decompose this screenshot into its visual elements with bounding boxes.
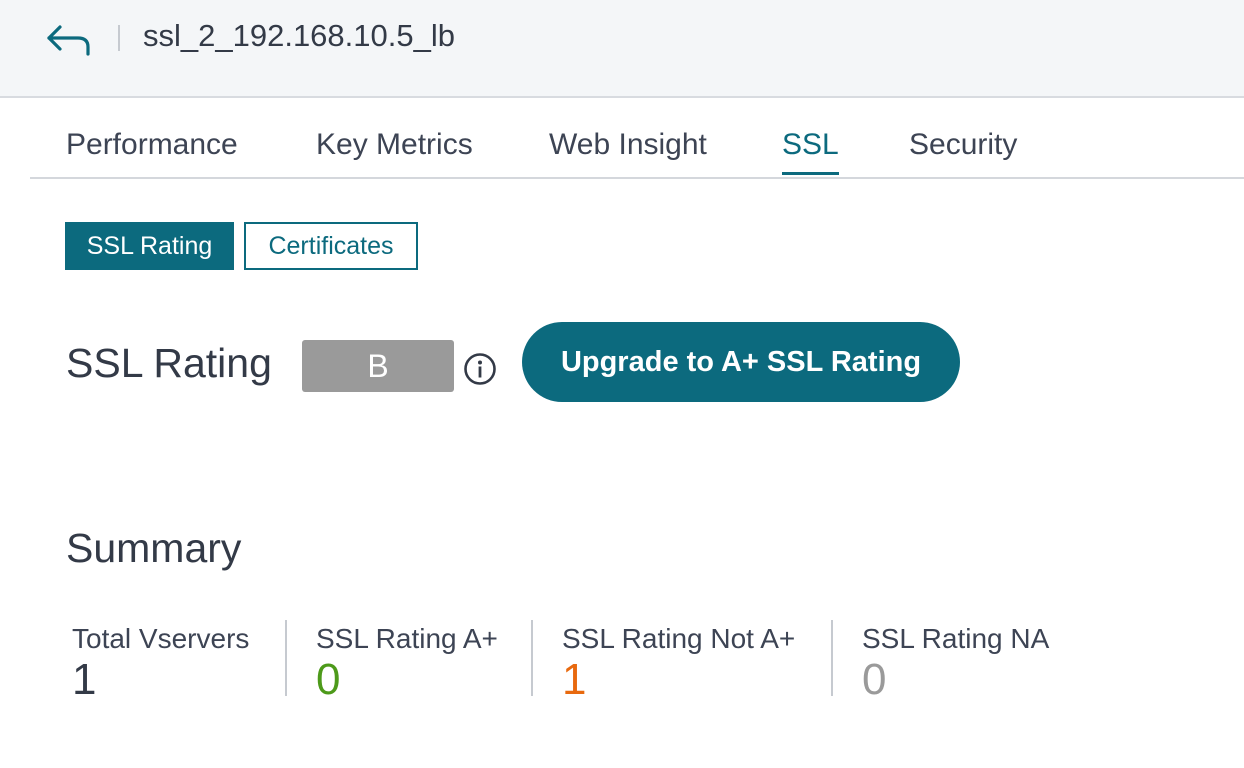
- subtab-certificates[interactable]: Certificates: [244, 222, 418, 270]
- stat-total-vservers: Total Vservers 1: [72, 620, 250, 702]
- stat-label: Total Vservers: [72, 623, 250, 654]
- back-button[interactable]: [44, 20, 92, 58]
- stat-label: SSL Rating A+: [316, 623, 498, 654]
- tab-web-insight[interactable]: Web Insight: [549, 128, 707, 172]
- page-title: ssl_2_192.168.10.5_lb: [143, 18, 455, 53]
- tab-key-metrics[interactable]: Key Metrics: [316, 128, 473, 172]
- stat-divider: [831, 620, 833, 696]
- stat-label: SSL Rating NA: [862, 623, 1050, 654]
- header-divider: [118, 25, 120, 51]
- stat-value[interactable]: 0: [316, 658, 498, 702]
- ssl-rating-heading: SSL Rating: [66, 340, 272, 386]
- stat-ssl-rating-a-plus: SSL Rating A+ 0: [316, 620, 498, 702]
- info-icon[interactable]: [463, 352, 497, 386]
- subtab-ssl-rating[interactable]: SSL Rating: [65, 222, 234, 270]
- tab-ssl[interactable]: SSL: [782, 128, 839, 175]
- stat-ssl-rating-not-a-plus: SSL Rating Not A+ 1: [562, 620, 796, 702]
- stat-value[interactable]: 1: [72, 658, 249, 702]
- stat-divider: [285, 620, 287, 696]
- tab-bar: Performance Key Metrics Web Insight SSL …: [30, 128, 1244, 179]
- back-arrow-icon: [47, 25, 90, 56]
- tab-security[interactable]: Security: [909, 128, 1017, 172]
- tab-performance[interactable]: Performance: [66, 128, 238, 172]
- summary-heading: Summary: [66, 525, 242, 571]
- stat-ssl-rating-na: SSL Rating NA 0: [862, 620, 1050, 702]
- ssl-grade-badge: B: [302, 340, 454, 392]
- upgrade-ssl-rating-button[interactable]: Upgrade to A+ SSL Rating: [522, 322, 960, 402]
- stat-value[interactable]: 1: [562, 658, 795, 702]
- stat-value[interactable]: 0: [862, 658, 1049, 702]
- stat-divider: [531, 620, 533, 696]
- page-header: ssl_2_192.168.10.5_lb: [0, 0, 1244, 98]
- stat-label: SSL Rating Not A+: [562, 623, 796, 654]
